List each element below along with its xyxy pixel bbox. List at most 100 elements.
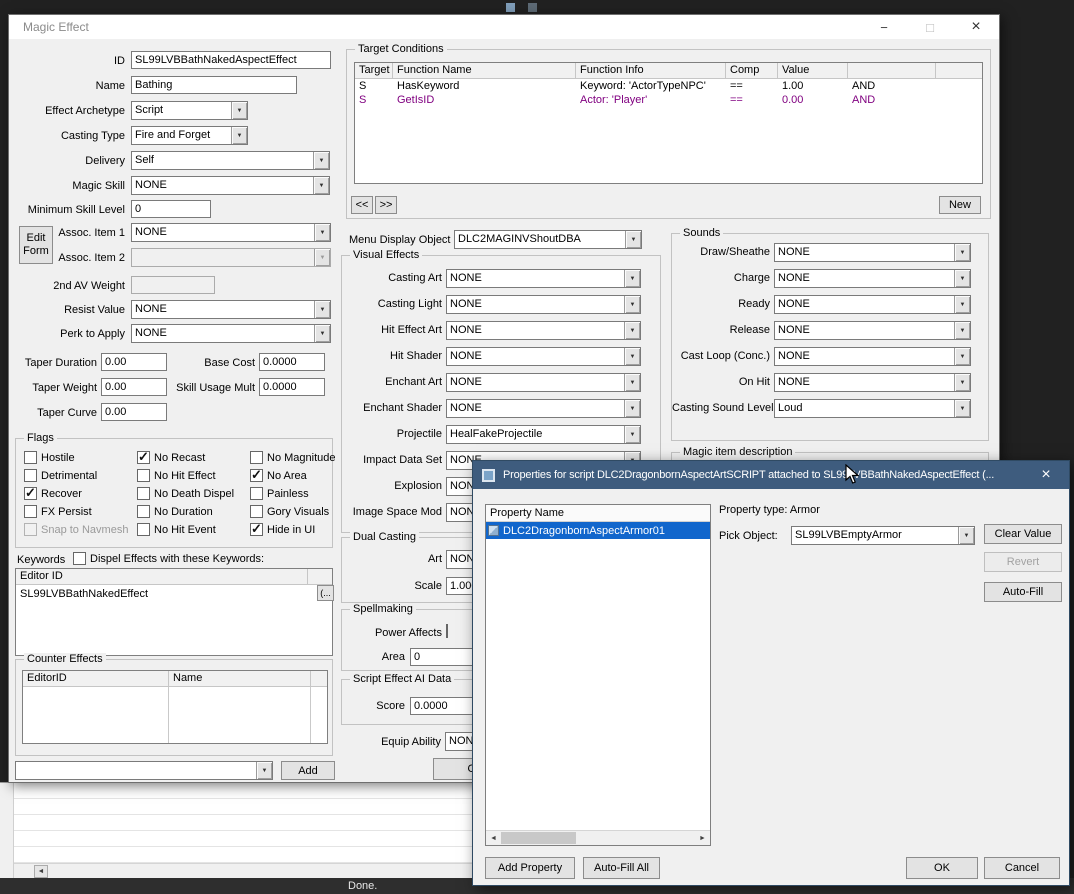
conditions-col-operator[interactable] (848, 63, 936, 79)
keywords-list[interactable]: Editor ID SL99LVBBathNakedEffect (15, 568, 333, 656)
flag-no-hit-effect[interactable]: No Hit Effect (137, 469, 216, 482)
ok-button[interactable]: OK (906, 857, 978, 879)
magic-effect-titlebar[interactable]: Magic Effect − □ × (9, 15, 999, 39)
keyword-more-button[interactable]: (... (317, 585, 334, 601)
charge-select[interactable]: NONE▼ (774, 269, 971, 288)
auto-fill-button[interactable]: Auto-Fill (984, 582, 1062, 602)
conditions-col-target[interactable]: Target (355, 63, 393, 79)
add-property-button[interactable]: Add Property (485, 857, 575, 879)
flag-fx-persist[interactable]: FX Persist (24, 505, 92, 518)
background-window-icon (506, 3, 515, 12)
hit-effect-art-select[interactable]: NONE▼ (446, 321, 641, 340)
property-list[interactable]: Property Name DLC2DragonbornAspectArmor0… (485, 504, 711, 846)
counter-col-name[interactable]: Name (169, 671, 311, 687)
hscroll-left-icon[interactable]: ◄ (486, 831, 501, 845)
draw-sheathe-select[interactable]: NONE▼ (774, 243, 971, 262)
flag-detrimental[interactable]: Detrimental (24, 469, 97, 482)
name-input[interactable]: Bathing (131, 76, 297, 94)
counter-col-editor-id[interactable]: EditorID (23, 671, 169, 687)
min-skill-input[interactable]: 0 (131, 200, 211, 218)
taper-curve-input[interactable]: 0.00 (101, 403, 167, 421)
delivery-select[interactable]: Self▼ (131, 151, 330, 170)
flags-groupbox: Flags Hostile No Recast No Magnitude Det… (15, 438, 333, 548)
flag-no-duration[interactable]: No Duration (137, 505, 213, 518)
flag-painless[interactable]: Painless (250, 487, 309, 500)
flag-no-hit-event[interactable]: No Hit Event (137, 523, 216, 536)
flag-recover[interactable]: Recover (24, 487, 82, 500)
dialog-titlebar[interactable]: Properties for script DLC2DragonbornAspe… (473, 461, 1069, 489)
magic-skill-select[interactable]: NONE▼ (131, 176, 330, 195)
conditions-col-function-info[interactable]: Function Info (576, 63, 726, 79)
cast-loop-select[interactable]: NONE▼ (774, 347, 971, 366)
property-list-hscrollbar[interactable]: ◄ ► (486, 830, 710, 845)
minimize-button[interactable]: − (861, 15, 907, 39)
enchant-shader-select[interactable]: NONE▼ (446, 399, 641, 418)
chevron-down-icon: ▼ (624, 270, 640, 287)
flag-no-magnitude[interactable]: No Magnitude (250, 451, 336, 464)
conditions-col-value[interactable]: Value (778, 63, 848, 79)
taper-duration-input[interactable]: 0.00 (101, 353, 167, 371)
flag-no-area[interactable]: No Area (250, 469, 307, 482)
dispel-keywords-checkbox[interactable]: Dispel Effects with these Keywords: (73, 552, 264, 565)
conditions-new-button[interactable]: New (939, 196, 981, 214)
on-hit-select[interactable]: NONE▼ (774, 373, 971, 392)
effect-archetype-select[interactable]: Script▼ (131, 101, 248, 120)
cancel-button[interactable]: Cancel (984, 857, 1060, 879)
background-hscrollbar[interactable]: ◄ (14, 863, 472, 878)
hit-shader-select[interactable]: NONE▼ (446, 347, 641, 366)
resist-value-select[interactable]: NONE▼ (131, 300, 331, 319)
conditions-col-function-name[interactable]: Function Name (393, 63, 576, 79)
casting-sound-level-select[interactable]: Loud▼ (774, 399, 971, 418)
hscroll-thumb[interactable] (501, 832, 576, 844)
base-cost-input[interactable]: 0.0000 (259, 353, 325, 371)
counter-effects-title: Counter Effects (24, 653, 106, 666)
conditions-col-comp[interactable]: Comp (726, 63, 778, 79)
property-list-header[interactable]: Property Name (486, 505, 710, 522)
conditions-prev-button[interactable]: << (351, 196, 373, 214)
power-affects-checkbox[interactable] (446, 624, 448, 638)
conditions-table[interactable]: Target Function Name Function Info Comp … (354, 62, 983, 184)
flag-no-recast[interactable]: No Recast (137, 451, 205, 464)
keywords-list-header[interactable]: Editor ID (16, 569, 308, 585)
close-icon[interactable]: × (1023, 461, 1069, 489)
add-counter-effect-button[interactable]: Add (281, 761, 335, 780)
enchant-art-select[interactable]: NONE▼ (446, 373, 641, 392)
script-properties-dialog: Properties for script DLC2DragonbornAspe… (472, 460, 1070, 886)
flag-no-death-dispel[interactable]: No Death Dispel (137, 487, 234, 500)
ready-select[interactable]: NONE▼ (774, 295, 971, 314)
pick-object-select[interactable]: SL99LVBEmptyArmor▼ (791, 526, 975, 545)
taper-weight-input[interactable]: 0.00 (101, 378, 167, 396)
menu-display-object-select[interactable]: DLC2MAGINVShoutDBA▼ (454, 230, 642, 249)
flag-hostile[interactable]: Hostile (24, 451, 75, 464)
skill-usage-mult-input[interactable]: 0.0000 (259, 378, 325, 396)
release-select[interactable]: NONE▼ (774, 321, 971, 340)
condition-row[interactable]: S GetIsID Actor: 'Player' == 0.00 AND (355, 93, 982, 107)
counter-effect-picker[interactable]: ▼ (15, 761, 273, 780)
condition-row[interactable]: S HasKeyword Keyword: 'ActorTypeNPC' == … (355, 79, 982, 93)
flag-gory-visuals[interactable]: Gory Visuals (250, 505, 329, 518)
casting-light-select[interactable]: NONE▼ (446, 295, 641, 314)
close-button[interactable]: × (953, 15, 999, 39)
conditions-next-button[interactable]: >> (375, 196, 397, 214)
auto-fill-all-button[interactable]: Auto-Fill All (583, 857, 660, 879)
casting-art-select[interactable]: NONE▼ (446, 269, 641, 288)
keyword-item[interactable]: SL99LVBBathNakedEffect (20, 588, 148, 601)
projectile-select[interactable]: HealFakeProjectile▼ (446, 425, 641, 444)
assoc-item-1-select[interactable]: NONE▼ (131, 223, 331, 242)
area-label: Area (344, 651, 405, 664)
property-row[interactable]: DLC2DragonbornAspectArmor01 (486, 522, 710, 539)
counter-effects-table[interactable]: EditorID Name (22, 670, 328, 744)
flags-title: Flags (24, 432, 57, 445)
perk-to-apply-select[interactable]: NONE▼ (131, 324, 331, 343)
hscroll-left-icon[interactable]: ◄ (34, 865, 48, 878)
flag-hide-in-ui[interactable]: Hide in UI (250, 523, 315, 536)
id-input[interactable]: SL99LVBBathNakedAspectEffect (131, 51, 331, 69)
clear-value-button[interactable]: Clear Value (984, 524, 1062, 544)
maximize-button[interactable]: □ (907, 15, 953, 39)
status-text: Done. (348, 880, 377, 893)
keywords-list-header-spacer (308, 569, 332, 585)
hscroll-right-icon[interactable]: ► (695, 831, 710, 845)
property-type-text: Property type: Armor (719, 504, 820, 517)
chevron-down-icon: ▼ (625, 231, 641, 248)
casting-type-select[interactable]: Fire and Forget▼ (131, 126, 248, 145)
